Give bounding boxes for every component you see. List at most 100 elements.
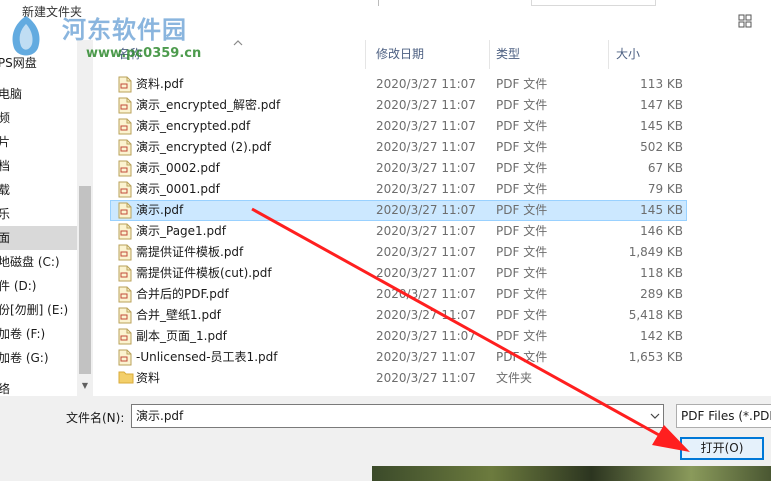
file-date: 2020/3/27 11:07 (376, 350, 476, 364)
file-size: 147 KB (640, 98, 683, 112)
navigation-pane: WPS网盘此电脑视频图片文档下载音乐桌面本地磁盘 (C:)软件 (D:)备份[勿… (0, 40, 93, 396)
file-row[interactable]: 演示_encrypted.pdf 2020/3/27 11:07 PDF 文件 145… (110, 116, 687, 137)
file-name: 演示_0001.pdf (136, 182, 220, 196)
file-size: 5,418 KB (628, 308, 683, 322)
nav-item[interactable]: 软件 (D:) (0, 274, 77, 298)
file-type: PDF 文件 (496, 182, 548, 196)
file-date: 2020/3/27 11:07 (376, 203, 476, 217)
file-type: PDF 文件 (496, 287, 548, 301)
file-name: 演示_Page1.pdf (136, 224, 226, 238)
nav-item[interactable]: 备份[勿删] (E:) (0, 298, 77, 322)
file-size: 502 KB (640, 140, 683, 154)
file-name: 演示.pdf (136, 203, 184, 217)
file-name: 资料.pdf (136, 77, 184, 91)
nav-item[interactable]: 图片 (0, 130, 77, 154)
column-divider[interactable] (608, 40, 609, 69)
file-row[interactable]: 合并后的PDF.pdf 2020/3/27 11:07 PDF 文件 289 KB (110, 284, 687, 305)
file-type: PDF 文件 (496, 266, 548, 280)
column-divider[interactable] (489, 40, 490, 69)
file-type: 文件夹 (496, 371, 533, 385)
column-divider[interactable] (365, 40, 366, 69)
file-name: 副本_页面_1.pdf (136, 329, 227, 343)
file-date: 2020/3/27 11:07 (376, 287, 476, 301)
search-input[interactable] (531, 0, 656, 6)
nav-scrollbar-thumb[interactable] (79, 186, 91, 374)
filename-history-dropdown[interactable] (646, 405, 663, 427)
file-date: 2020/3/27 11:07 (376, 161, 476, 175)
pdf-file-icon (118, 307, 132, 324)
nav-item[interactable]: 网络 (0, 377, 77, 396)
pdf-file-icon (118, 202, 132, 219)
new-folder-button[interactable]: 新建文件夹 (0, 0, 98, 22)
filename-input[interactable]: 演示.pdf (131, 404, 664, 428)
file-type-filter-select[interactable]: PDF Files (*.PDF) (676, 404, 771, 428)
file-row[interactable]: -Unlicensed-员工表1.pdf 2020/3/27 11:07 PDF 文… (110, 347, 687, 368)
file-row[interactable]: 需提供证件模板.pdf 2020/3/27 11:07 PDF 文件 1,849 KB (110, 242, 687, 263)
nav-item[interactable]: 视频 (0, 106, 77, 130)
file-name: 资料 (136, 371, 161, 385)
file-type: PDF 文件 (496, 98, 548, 112)
file-type: PDF 文件 (496, 308, 548, 322)
nav-item[interactable]: 此电脑 (0, 82, 77, 106)
background-image (372, 466, 771, 481)
file-name: 需提供证件模板.pdf (136, 245, 244, 259)
file-row[interactable]: 需提供证件模板(cut).pdf 2020/3/27 11:07 PDF 文件 118… (110, 263, 687, 284)
file-row[interactable]: 副本_页面_1.pdf 2020/3/27 11:07 PDF 文件 142 KB (110, 326, 687, 347)
file-row[interactable]: 演示_Page1.pdf 2020/3/27 11:07 PDF 文件 146 KB (110, 221, 687, 242)
file-size: 79 KB (647, 182, 683, 196)
column-type[interactable]: 类型 (496, 40, 520, 69)
pdf-file-icon (118, 97, 132, 114)
file-type: PDF 文件 (496, 224, 548, 238)
file-type: PDF 文件 (496, 77, 548, 91)
nav-item[interactable]: 新加卷 (G:) (0, 346, 77, 370)
file-row[interactable]: 演示_0002.pdf 2020/3/27 11:07 PDF 文件 67 KB (110, 158, 687, 179)
file-list: 资料.pdf 2020/3/27 11:07 PDF 文件 113 KB 演示_encr… (110, 74, 690, 394)
file-name: 需提供证件模板(cut).pdf (136, 266, 272, 280)
sort-ascending-icon (233, 40, 243, 46)
file-row[interactable]: 演示_encrypted (2).pdf 2020/3/27 11:07 PDF 文… (110, 137, 687, 158)
file-name: 合并_壁纸1.pdf (136, 308, 221, 322)
file-date: 2020/3/27 11:07 (376, 224, 476, 238)
nav-item[interactable]: 音乐 (0, 202, 77, 226)
file-type: PDF 文件 (496, 140, 548, 154)
pdf-file-icon (118, 139, 132, 156)
nav-item[interactable]: WPS网盘 (0, 51, 77, 75)
file-size: 145 KB (640, 119, 683, 133)
file-type: PDF 文件 (496, 245, 548, 259)
nav-item[interactable]: 文档 (0, 154, 77, 178)
nav-item[interactable]: 桌面 (0, 226, 77, 250)
nav-item[interactable]: 本地磁盘 (C:) (0, 250, 77, 274)
file-row[interactable]: 演示.pdf 2020/3/27 11:07 PDF 文件 145 KB (110, 200, 687, 221)
file-type: PDF 文件 (496, 119, 548, 133)
pdf-file-icon (118, 328, 132, 345)
file-row[interactable]: 演示_0001.pdf 2020/3/27 11:07 PDF 文件 79 KB (110, 179, 687, 200)
view-options-button[interactable] (736, 12, 756, 30)
column-name[interactable]: 名称 (118, 40, 142, 69)
file-date: 2020/3/27 11:07 (376, 308, 476, 322)
file-date: 2020/3/27 11:07 (376, 98, 476, 112)
scroll-down-icon[interactable]: ▼ (79, 380, 91, 392)
nav-item[interactable]: 下载 (0, 178, 77, 202)
file-size: 1,653 KB (628, 350, 683, 364)
pdf-file-icon (118, 286, 132, 303)
file-row[interactable]: 资料 2020/3/27 11:07 文件夹 (110, 368, 687, 389)
column-date[interactable]: 修改日期 (376, 40, 424, 69)
file-name: 演示_0002.pdf (136, 161, 220, 175)
file-date: 2020/3/27 11:07 (376, 140, 476, 154)
file-row[interactable]: 合并_壁纸1.pdf 2020/3/27 11:07 PDF 文件 5,418 KB (110, 305, 687, 326)
file-size: 67 KB (647, 161, 683, 175)
file-date: 2020/3/27 11:07 (376, 266, 476, 280)
column-size[interactable]: 大小 (616, 40, 640, 69)
file-row[interactable]: 资料.pdf 2020/3/27 11:07 PDF 文件 113 KB (110, 74, 687, 95)
pdf-file-icon (118, 244, 132, 261)
nav-item[interactable]: 新加卷 (F:) (0, 322, 77, 346)
open-button[interactable]: 打开(O) (680, 437, 764, 460)
toolbar: 新建文件夹 (0, 0, 771, 40)
pdf-file-icon (118, 160, 132, 177)
column-header: 名称 修改日期 类型 大小 (110, 40, 771, 69)
file-size: 118 KB (640, 266, 683, 280)
file-row[interactable]: 演示_encrypted_解密.pdf 2020/3/27 11:07 PDF 文件… (110, 95, 687, 116)
folder-icon (118, 370, 134, 387)
file-name: 演示_encrypted (2).pdf (136, 140, 272, 154)
file-date: 2020/3/27 11:07 (376, 119, 476, 133)
